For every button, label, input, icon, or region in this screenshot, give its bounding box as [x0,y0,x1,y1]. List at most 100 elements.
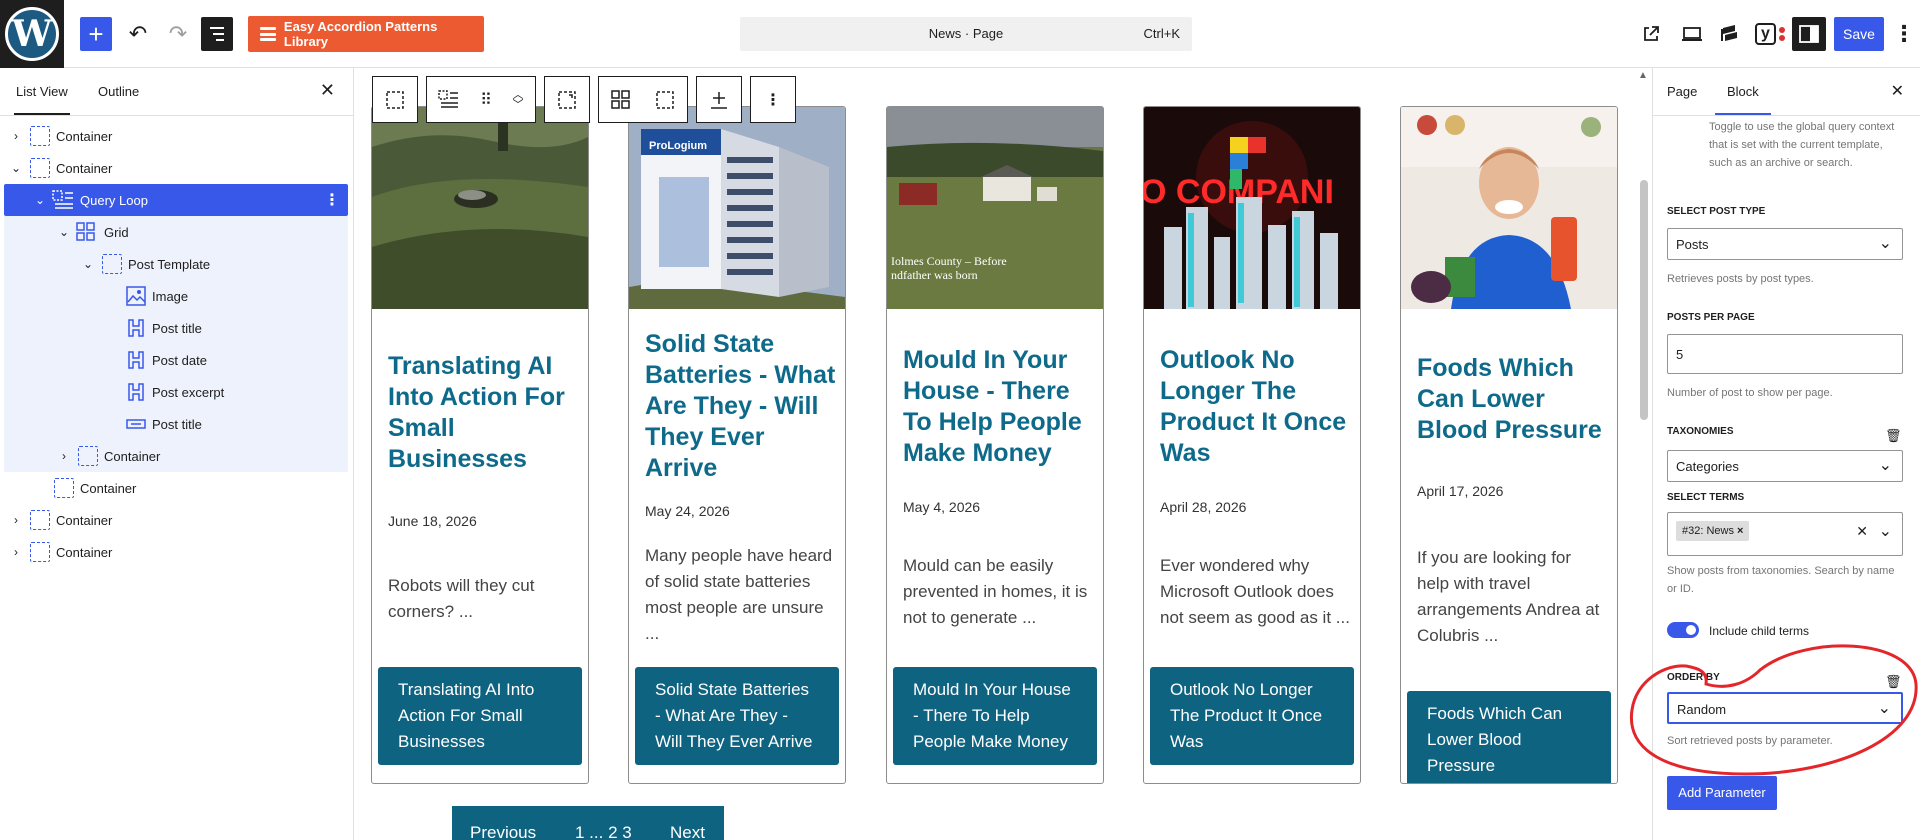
tree-item-container[interactable]: › Container [4,504,348,536]
tab-list-view[interactable]: List View [16,84,68,99]
tab-page[interactable]: Page [1667,84,1697,99]
include-children-toggle[interactable] [1667,622,1699,638]
trash-icon[interactable]: 🗑 [1885,674,1902,690]
add-inner-block-button[interactable] [697,77,741,122]
canvas-scrollbar[interactable] [1640,180,1648,420]
chevron-right-icon[interactable]: › [10,513,22,527]
post-featured-image[interactable]: O COMPANI [1144,107,1360,309]
more-vertical-icon[interactable]: ⋮ [324,190,340,210]
tab-block[interactable]: Block [1727,84,1759,99]
order-by-select[interactable]: Random ⌄ [1667,692,1903,724]
taxonomies-label: TAXONOMIES [1667,426,1734,437]
command-palette-bar[interactable]: News · Page Ctrl+K [740,17,1192,51]
post-title[interactable]: Mould In Your House - There To Help Peop… [903,345,1095,469]
options-more-button[interactable]: ⋮ [1893,17,1915,51]
block-type-group: ⠿ ︿ ﹀ [426,76,536,123]
post-title[interactable]: Translating AI Into Action For Small Bus… [388,351,580,475]
grid-layout-button[interactable] [599,77,643,122]
read-more-button[interactable]: Foods Which Can Lower Blood Pressure [1407,691,1611,783]
remove-token-icon[interactable]: × [1737,525,1743,537]
tree-item-post-title[interactable]: Post title [4,312,348,344]
block-options-button[interactable]: ⋮ [751,77,795,122]
device-preview-button[interactable] [1674,17,1710,51]
chevron-down-icon[interactable]: ﹀ [513,99,524,110]
tree-item-container[interactable]: › Container [4,120,348,152]
tree-item-query-loop[interactable]: ⌄ Query Loop ⋮ [4,184,348,216]
undo-button[interactable]: ↶ [124,17,152,51]
post-featured-image[interactable]: ProLogium [629,107,845,309]
tree-item-post-title[interactable]: Post title [4,408,348,440]
tree-item-post-template[interactable]: ⌄ Post Template [4,248,348,280]
tree-item-grid[interactable]: ⌄ Grid [4,216,348,248]
tree-item-container[interactable]: ⌄ Container [4,152,348,184]
clear-icon[interactable]: ✕ [1856,523,1868,540]
post-card[interactable]: Foods Which Can Lower Blood Pressure Apr… [1400,106,1618,784]
post-featured-image[interactable]: Iolmes County – Before ndfather was born [887,107,1103,309]
post-type-select[interactable]: Posts ⌄ [1667,228,1903,260]
terms-token-field[interactable]: #32: News × ✕ ⌄ [1667,512,1903,556]
post-card[interactable]: O COMPANI Outlook No Longer The Product … [1143,106,1361,784]
redo-button[interactable]: ↷ [164,17,192,51]
post-featured-image[interactable] [372,107,588,309]
jetpack-button[interactable] [1712,17,1748,51]
settings-sidebar-toggle[interactable] [1792,17,1826,51]
document-overview-button[interactable] [201,17,233,51]
chevron-down-icon[interactable]: ⌄ [58,225,70,239]
chevron-down-icon[interactable]: ⌄ [1879,521,1892,541]
save-button[interactable]: Save [1834,17,1884,51]
tree-item-post-excerpt[interactable]: Post excerpt [4,376,348,408]
grid-icon [611,89,630,109]
container-icon [30,542,50,562]
post-title[interactable]: Solid State Batteries - What Are They - … [645,329,837,484]
chevron-down-icon[interactable]: ⌄ [82,257,94,271]
tree-item-image[interactable]: Image [4,280,348,312]
block-type-button[interactable] [427,77,471,122]
close-sidebar-button[interactable]: ✕ [1891,81,1904,101]
read-more-button[interactable]: Solid State Batteries - What Are They - … [635,667,839,765]
select-parent-button[interactable] [373,77,417,122]
posts-per-page-input[interactable]: 5 [1667,334,1903,374]
post-card[interactable]: ProLogium Solid State Batteries - What A… [628,106,846,784]
post-card[interactable]: Translating AI Into Action For Small Bus… [371,106,589,784]
trash-icon[interactable]: 🗑 [1885,428,1902,444]
post-featured-image[interactable] [1401,107,1617,309]
chevron-up-icon[interactable]: ︿ [513,89,524,100]
pagination-numbers[interactable]: 1 ... 2 3 [575,823,632,840]
block-inserter-button[interactable]: + [80,17,112,51]
read-more-button[interactable]: Outlook No Longer The Product It Once Wa… [1150,667,1354,765]
chevron-down-icon[interactable]: ⌄ [10,161,22,175]
wordpress-logo[interactable]: W [0,0,64,68]
pagination-next[interactable]: Next [670,823,705,840]
add-parameter-button[interactable]: Add Parameter [1667,776,1777,810]
move-buttons[interactable]: ︿ ﹀ [501,77,535,122]
post-date: April 17, 2026 [1417,483,1504,499]
tree-item-post-date[interactable]: Post date [4,344,348,376]
drag-handle[interactable]: ⠿ [471,77,501,122]
chevron-right-icon[interactable]: › [58,449,70,463]
view-page-button[interactable] [1636,17,1666,51]
pagination-previous[interactable]: Previous [470,823,536,840]
chevron-right-icon[interactable]: › [10,545,22,559]
tree-item-container[interactable]: › Container [4,536,348,568]
tab-outline[interactable]: Outline [98,84,139,99]
post-title[interactable]: Outlook No Longer The Product It Once Wa… [1160,345,1352,469]
term-token[interactable]: #32: News × [1676,521,1750,541]
tree-item-container[interactable]: Container [4,472,348,504]
taxonomies-select[interactable]: Categories ⌄ [1667,450,1903,482]
post-title[interactable]: Foods Which Can Lower Blood Pressure [1417,353,1609,446]
width-button[interactable] [545,77,589,122]
read-more-button[interactable]: Translating AI Into Action For Small Bus… [378,667,582,765]
per-page-label: POSTS PER PAGE [1667,312,1755,323]
chevron-right-icon[interactable]: › [10,129,22,143]
chevron-down-icon[interactable]: ⌄ [34,193,46,207]
post-card[interactable]: Iolmes County – Before ndfather was born … [886,106,1104,784]
tree-item-container[interactable]: › Container [4,440,348,472]
read-more-button[interactable]: Mould In Your House - There To Help Peop… [893,667,1097,765]
order-by-value: Random [1677,702,1727,717]
active-tab-indicator [14,113,70,115]
container-layout-button[interactable] [643,77,687,122]
close-panel-button[interactable]: ✕ [320,80,335,101]
accordion-library-button[interactable]: Easy Accordion Patterns Library [248,16,484,52]
scroll-up-arrow[interactable]: ▲ [1638,70,1648,81]
yoast-seo-button[interactable]: y [1750,17,1790,51]
